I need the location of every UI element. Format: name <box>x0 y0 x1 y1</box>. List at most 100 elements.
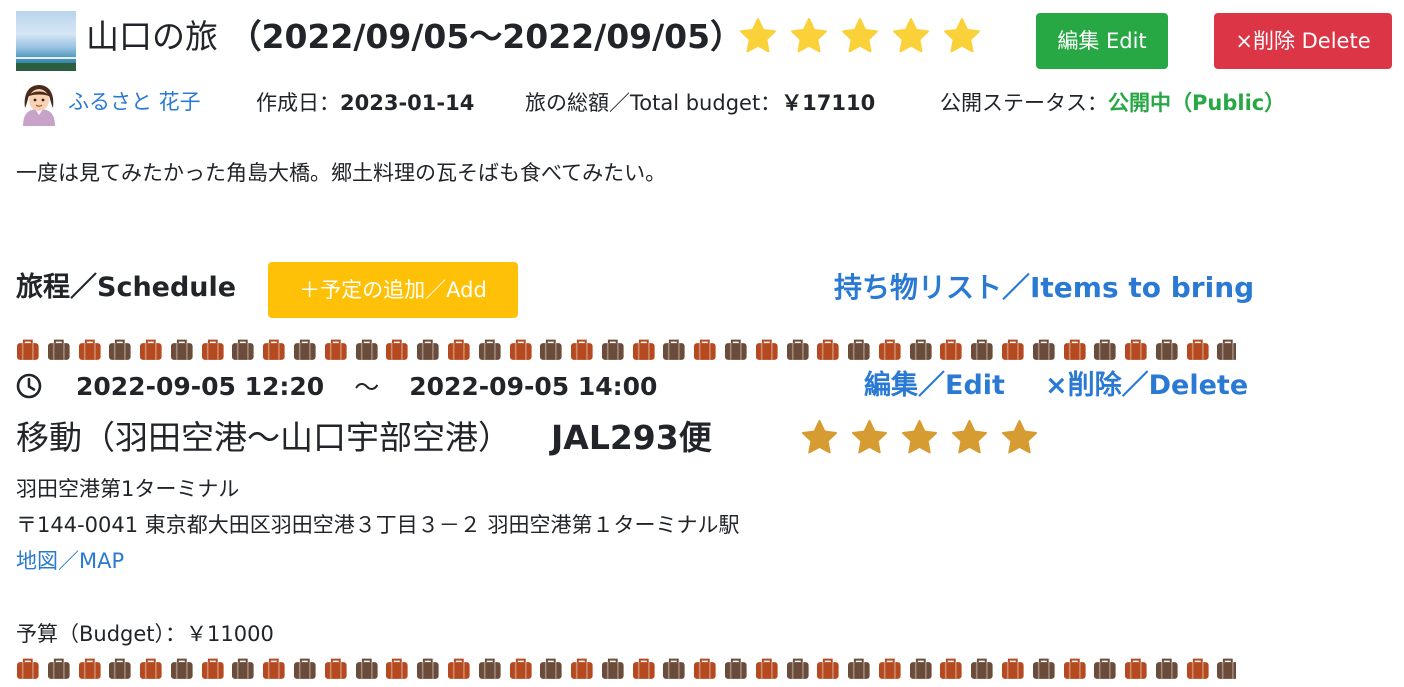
star-icon <box>801 419 838 454</box>
star-icon <box>901 419 938 454</box>
suitcase-icon <box>478 658 501 679</box>
total-budget: 旅の総額／Total budget：￥17110 <box>525 82 875 124</box>
delete-event-link[interactable]: ×削除／Delete <box>1045 366 1248 406</box>
suitcase-icon <box>1001 658 1024 679</box>
event-title: 移動（羽田空港～山口宇部空港） JAL293便 <box>16 413 712 463</box>
suitcase-icon <box>971 658 993 679</box>
suitcase-icon <box>817 339 839 360</box>
trip-title-name: 山口の旅 <box>86 17 218 56</box>
suitcase-icon <box>1032 658 1055 679</box>
trip-title: 山口の旅 （2022/09/05～2022/09/05） <box>86 12 743 62</box>
map-link[interactable]: 地図／MAP <box>16 543 124 579</box>
suitcase-icon <box>109 339 131 360</box>
event-start: 2022-09-05 12:20 <box>76 371 325 401</box>
user-avatar-icon <box>23 85 55 126</box>
suitcase-icon <box>509 658 532 679</box>
suitcase-divider-bottom <box>16 657 1236 681</box>
suitcase-icon <box>47 339 70 360</box>
author-link[interactable]: ふるさと 花子 <box>68 81 201 123</box>
suitcase-icon <box>601 658 624 679</box>
suitcase-icon <box>663 658 686 679</box>
suitcase-icon <box>1125 339 1147 360</box>
trip-photo-thumbnail <box>16 11 76 71</box>
suitcase-icon <box>1155 339 1178 360</box>
delete-trip-button[interactable]: ×削除 Delete <box>1214 13 1392 69</box>
suitcase-icon <box>170 658 193 679</box>
star-icon <box>851 419 888 454</box>
suitcase-icon <box>1063 339 1086 360</box>
suitcase-icon <box>724 339 747 360</box>
star-icon <box>791 18 827 53</box>
suitcase-icon <box>940 339 963 360</box>
created-date: 作成日：2023-01-14 <box>256 82 474 124</box>
suitcase-icon <box>601 339 624 360</box>
suitcase-icon <box>140 339 162 360</box>
trip-date-range: （2022/09/05～2022/09/05） <box>228 17 744 56</box>
suitcase-icon <box>694 658 716 679</box>
star-icon <box>944 18 980 53</box>
suitcase-icon <box>478 339 501 360</box>
suitcase-icon <box>263 658 285 679</box>
suitcase-icon <box>232 339 255 360</box>
suitcase-icon <box>109 658 131 679</box>
suitcase-icon <box>47 658 70 679</box>
created-label: 作成日： <box>256 91 340 115</box>
edit-trip-button[interactable]: 編集 Edit <box>1036 13 1168 69</box>
suitcase-icon <box>848 658 870 679</box>
total-budget-value: ￥17110 <box>781 91 876 115</box>
suitcase-icon <box>571 339 593 360</box>
trip-description: 一度は見てみたかった角島大橋。郷土料理の瓦そばも食べてみたい。 <box>16 161 667 185</box>
event-time-row: 2022-09-05 12:20 ～ 2022-09-05 14:00 <box>16 366 657 406</box>
suitcase-icon <box>755 658 778 679</box>
star-icon <box>740 18 776 53</box>
suitcase-icon <box>632 339 655 360</box>
suitcase-icon <box>16 658 39 679</box>
star-icon <box>951 419 988 454</box>
suitcase-icon <box>355 658 378 679</box>
items-to-bring-link[interactable]: 持ち物リスト／Items to bring <box>834 266 1254 310</box>
suitcase-icon <box>294 339 316 360</box>
public-status-value: 公開中（Public） <box>1108 91 1286 115</box>
star-icon <box>893 18 929 53</box>
schedule-heading: 旅程／Schedule <box>16 272 237 303</box>
suitcase-icon <box>16 339 39 360</box>
suitcase-icon <box>386 339 408 360</box>
suitcase-icon <box>971 339 993 360</box>
suitcase-icon <box>355 339 378 360</box>
event-title-text: 移動（羽田空港～山口宇部空港） <box>16 418 511 457</box>
event-address: 〒144-0041 東京都大田区羽田空港３丁目３－２ 羽田空港第１ターミナル駅 <box>16 513 740 537</box>
suitcase-divider-top <box>16 338 1236 362</box>
suitcase-icon <box>509 339 532 360</box>
suitcase-icon <box>447 339 470 360</box>
suitcase-icon <box>1155 658 1178 679</box>
suitcase-icon <box>294 658 316 679</box>
suitcase-icon <box>201 339 224 360</box>
created-value: 2023-01-14 <box>340 91 475 115</box>
suitcase-icon <box>878 339 901 360</box>
suitcase-icon <box>1063 658 1086 679</box>
edit-event-link[interactable]: 編集／Edit <box>864 366 1005 406</box>
suitcase-icon <box>786 658 809 679</box>
suitcase-icon <box>540 658 562 679</box>
suitcase-icon <box>632 658 655 679</box>
event-place: 羽田空港第1ターミナル <box>16 477 240 501</box>
suitcase-icon <box>417 339 439 360</box>
suitcase-icon <box>1094 658 1116 679</box>
suitcase-icon <box>878 658 901 679</box>
suitcase-icon <box>909 658 932 679</box>
event-rating <box>800 418 1039 457</box>
add-schedule-button[interactable]: ＋予定の追加／Add <box>268 262 518 318</box>
star-icon <box>842 18 878 53</box>
event-end: 2022-09-05 14:00 <box>409 371 658 401</box>
suitcase-icon <box>170 339 193 360</box>
trip-rating <box>738 16 982 56</box>
suitcase-icon <box>263 339 285 360</box>
suitcase-icon <box>817 658 839 679</box>
suitcase-icon <box>324 658 347 679</box>
suitcase-icon <box>786 339 809 360</box>
suitcase-icon <box>755 339 778 360</box>
suitcase-icon <box>694 339 716 360</box>
suitcase-icon <box>1094 339 1116 360</box>
suitcase-icon <box>571 658 593 679</box>
suitcase-icon <box>386 658 408 679</box>
